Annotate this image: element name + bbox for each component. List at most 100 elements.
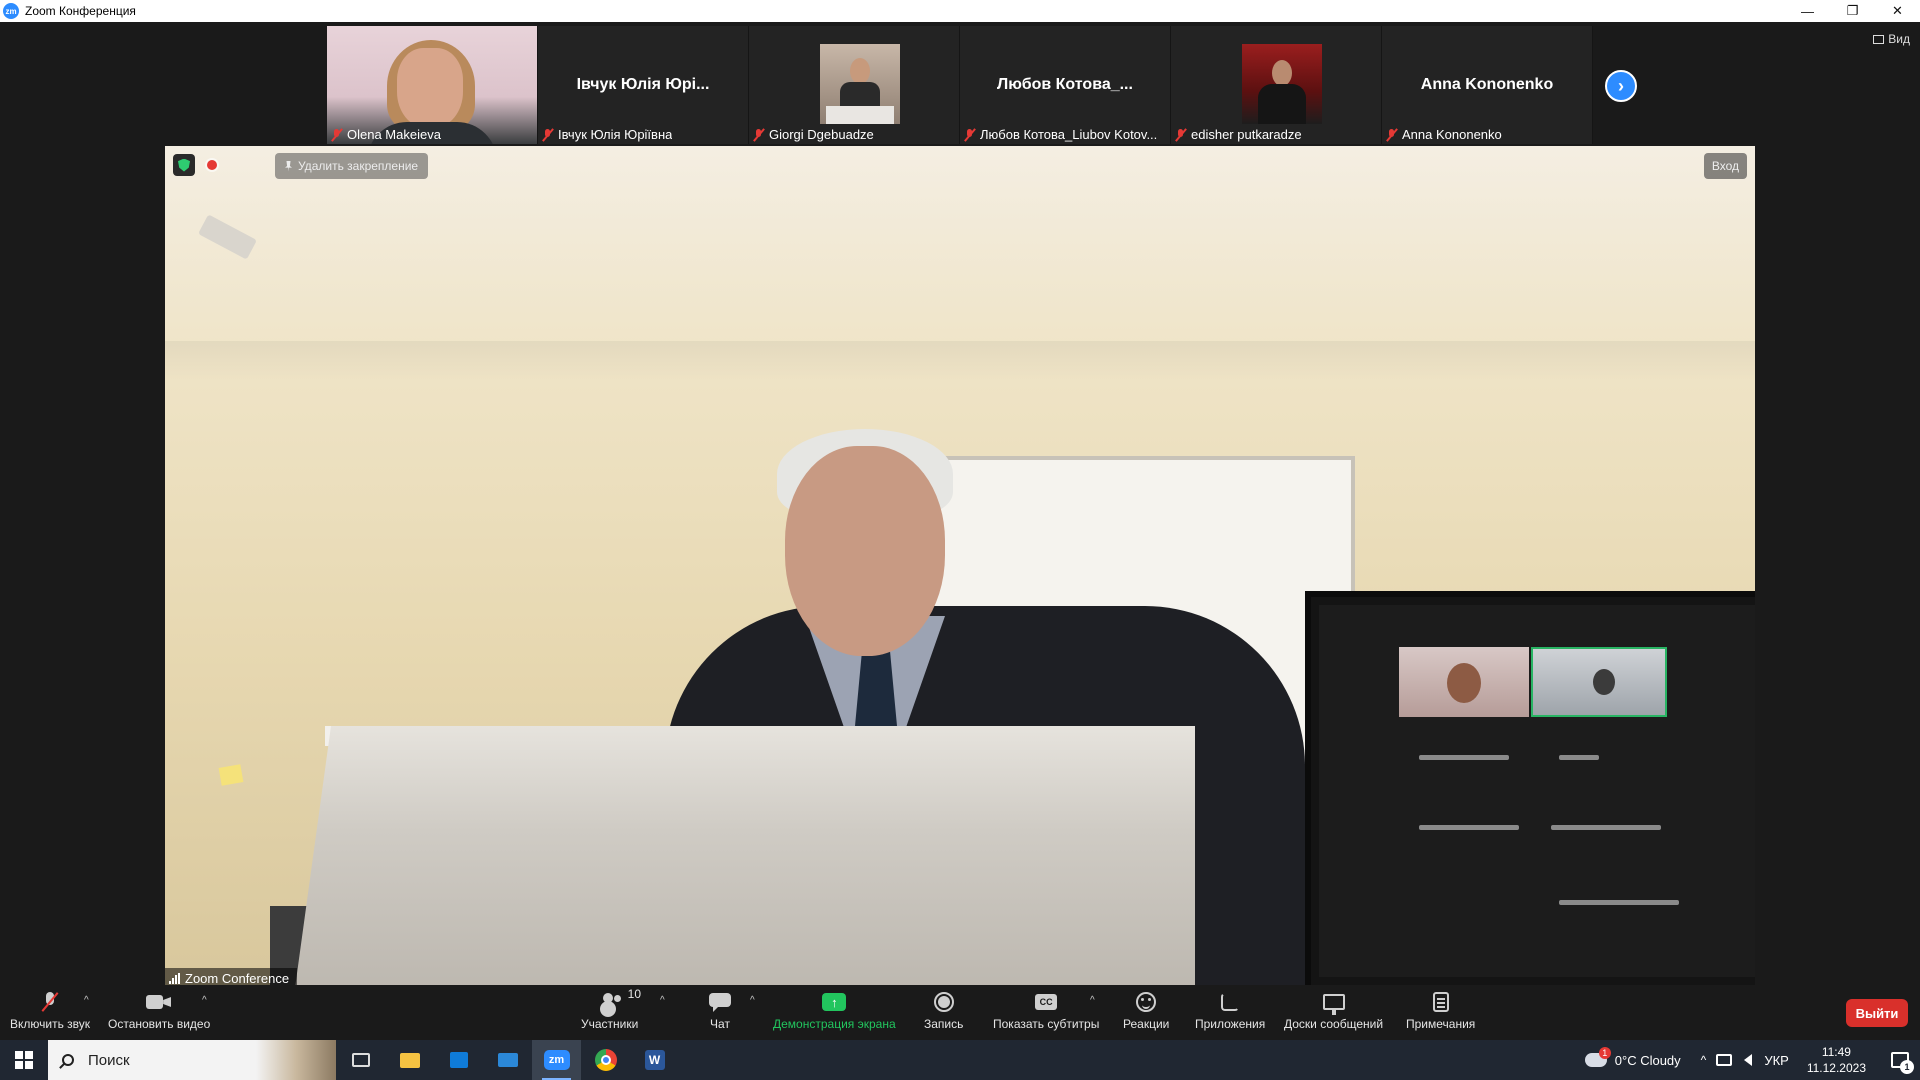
chat-label: Чат — [710, 1017, 730, 1031]
taskbar-search-box[interactable]: Поиск — [48, 1040, 336, 1080]
participant-caption: Olena Makeieva — [331, 127, 441, 142]
participant-thumbnail[interactable]: edisher putkaradze — [1171, 26, 1382, 144]
participant-caption: Івчук Юлія Юріївна — [542, 127, 672, 142]
chat-options-caret-icon[interactable]: ^ — [750, 995, 755, 1006]
muted-mic-icon — [753, 128, 765, 142]
network-icon[interactable] — [1716, 1054, 1733, 1066]
stop-video-button[interactable]: Остановить видео — [108, 991, 210, 1031]
folder-icon — [399, 1052, 420, 1068]
notes-label: Примечания — [1406, 1017, 1476, 1031]
participant-video — [1242, 44, 1322, 124]
muted-mic-icon — [964, 128, 976, 142]
whiteboards-button[interactable]: Доски сообщений — [1284, 991, 1383, 1031]
weather-widget[interactable]: 1 0°C Cloudy — [1584, 1047, 1681, 1068]
captions-options-caret-icon[interactable]: ^ — [1090, 995, 1095, 1006]
close-button[interactable]: ✕ — [1875, 0, 1920, 22]
share-screen-button[interactable]: ↑ Демонстрация экрана — [773, 991, 896, 1031]
leave-button[interactable]: Выйти — [1846, 999, 1908, 1027]
unmute-button[interactable]: Включить звук — [10, 991, 90, 1031]
taskbar-clock[interactable]: 11:49 11.12.2023 — [1807, 1044, 1866, 1076]
participant-caption: Любов Котова_Liubov Kotov... — [964, 127, 1157, 142]
participant-thumbnail[interactable]: Giorgi Dgebuadze — [749, 26, 960, 144]
participants-options-caret-icon[interactable]: ^ — [660, 995, 665, 1006]
show-captions-label: Показать субтитры — [993, 1017, 1100, 1031]
muted-mic-icon — [42, 992, 58, 1012]
word-icon: W — [644, 1050, 665, 1070]
search-icon — [62, 1054, 74, 1066]
store-icon — [449, 1052, 468, 1068]
file-explorer-button[interactable] — [385, 1040, 434, 1080]
apps-button[interactable]: Приложения — [1195, 991, 1265, 1031]
notification-center-button[interactable]: 1 — [1880, 1040, 1920, 1080]
search-highlight-image — [256, 1040, 336, 1080]
mail-icon — [497, 1053, 518, 1067]
chrome-button[interactable] — [581, 1040, 630, 1080]
participant-thumbnail-strip: Olena Makeieva Івчук Юлія Юрі... Івчук Ю… — [327, 26, 1593, 144]
chat-button[interactable]: Чат — [709, 991, 731, 1031]
reactions-button[interactable]: Реакции — [1123, 991, 1169, 1031]
unmute-label: Включить звук — [10, 1017, 91, 1031]
video-options-caret-icon[interactable]: ^ — [202, 995, 207, 1006]
meeting-area: Вид Olena Makeieva Івчук Юлія Юрі... Івч… — [0, 22, 1920, 988]
enter-button[interactable]: Вход — [1703, 153, 1747, 179]
minimize-button[interactable]: — — [1785, 0, 1830, 22]
stop-video-label: Остановить видео — [108, 1017, 211, 1031]
participant-thumbnail[interactable]: Івчук Юлія Юрі... Івчук Юлія Юріївна — [538, 26, 749, 144]
apps-icon — [1221, 993, 1240, 1011]
share-screen-label: Демонстрация экрана — [773, 1017, 896, 1031]
whiteboard-icon — [1322, 994, 1345, 1015]
security-shield-icon[interactable] — [173, 154, 195, 176]
next-page-chevron-icon[interactable]: › — [1605, 70, 1637, 102]
window-title: Zoom Конференция — [25, 4, 136, 18]
store-button[interactable] — [434, 1040, 483, 1080]
show-captions-button[interactable]: CC Показать субтитры — [993, 991, 1099, 1031]
window-controls: — ❐ ✕ — [1785, 0, 1920, 22]
input-language[interactable]: УКР — [1764, 1053, 1789, 1068]
smiley-reaction-icon — [1136, 992, 1157, 1012]
remove-pin-button[interactable]: Удалить закрепление — [275, 153, 429, 179]
participant-name: edisher putkaradze — [1191, 127, 1302, 142]
task-view-button[interactable] — [336, 1040, 385, 1080]
participant-caption: Giorgi Dgebuadze — [753, 127, 874, 142]
start-button[interactable] — [0, 1040, 48, 1080]
participants-label: Участники — [581, 1017, 639, 1031]
participant-name: Любов Котова_Liubov Kotov... — [980, 127, 1158, 142]
view-button[interactable]: Вид — [1873, 32, 1910, 46]
video-camera-icon — [146, 994, 172, 1010]
weather-text: 0°C Cloudy — [1614, 1052, 1681, 1068]
participants-button[interactable]: 10 Участники — [581, 987, 641, 1031]
participant-thumbnail[interactable]: Anna Kononenko Anna Kononenko — [1382, 26, 1593, 144]
view-button-label: Вид — [1888, 32, 1910, 46]
participant-thumbnail[interactable]: Olena Makeieva — [327, 26, 538, 144]
participant-caption: edisher putkaradze — [1175, 127, 1302, 142]
muted-mic-icon — [1386, 128, 1398, 142]
notification-count-badge: 1 — [1900, 1060, 1914, 1074]
mail-button[interactable] — [483, 1040, 532, 1080]
reactions-label: Реакции — [1123, 1017, 1170, 1031]
search-placeholder: Поиск — [88, 1051, 130, 1069]
record-icon — [933, 992, 954, 1012]
muted-mic-icon — [331, 128, 343, 142]
show-hidden-icons-chevron-icon[interactable]: ^ — [1701, 1053, 1707, 1067]
taskbar-apps: zm W — [336, 1040, 679, 1080]
recording-indicator-icon — [207, 160, 217, 170]
grid-view-icon — [1873, 34, 1885, 44]
notes-icon — [1432, 992, 1449, 1012]
background-monitor — [1305, 591, 1755, 988]
word-button[interactable]: W — [630, 1040, 679, 1080]
notes-button[interactable]: Примечания — [1406, 991, 1475, 1031]
restore-button[interactable]: ❐ — [1830, 0, 1875, 22]
clock-time: 11:49 — [1821, 1045, 1851, 1059]
record-label: Запись — [924, 1017, 964, 1031]
zoom-taskbar-button[interactable]: zm — [532, 1040, 581, 1080]
audio-options-caret-icon[interactable]: ^ — [84, 995, 89, 1006]
participants-icon — [597, 993, 623, 1011]
participant-thumbnail[interactable]: Любов Котова_... Любов Котова_Liubov Kot… — [960, 26, 1171, 144]
share-screen-icon: ↑ — [822, 993, 847, 1011]
record-button[interactable]: Запись — [924, 991, 963, 1031]
system-tray: 1 0°C Cloudy ^ УКР 11:49 11.12.2023 1 — [1579, 1040, 1920, 1080]
volume-icon[interactable] — [1744, 1054, 1753, 1066]
windows-logo-icon — [15, 1051, 33, 1069]
participant-video — [820, 44, 900, 124]
zoom-app-icon: zm — [543, 1050, 570, 1070]
